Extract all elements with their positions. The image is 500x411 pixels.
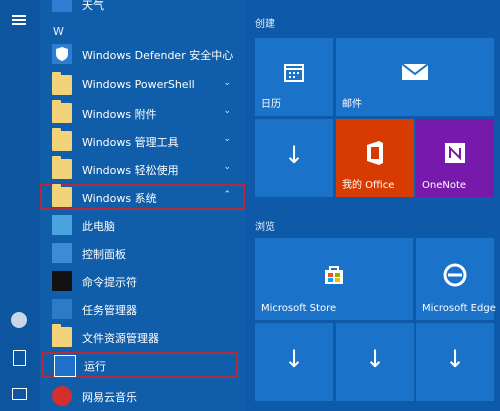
list-item-accessories[interactable]: Windows 附件 ⌄ [40,100,245,126]
shield-icon [52,44,72,64]
section-letter[interactable]: W [53,25,64,38]
chevron-down-icon: ⌄ [223,134,231,144]
office-icon [336,139,414,171]
list-item-admin-tools[interactable]: Windows 管理工具 ⌄ [40,128,245,154]
download-arrow-icon: ↓ [364,345,386,373]
tile-label: Microsoft Edge [422,303,496,314]
folder-icon [52,100,72,123]
group-title-create: 创建 [255,19,275,30]
tile-label: 日历 [261,99,281,110]
download-arrow-icon: ↓ [283,345,305,373]
folder-icon [52,72,72,95]
tile-label: Microsoft Store [261,303,337,314]
list-item-label: 天气 [82,0,104,12]
list-item-explorer[interactable]: 文件资源管理器 [40,324,245,350]
folder-explorer-icon [52,324,72,347]
calendar-tile[interactable]: 日历 [255,38,333,116]
pictures-icon[interactable] [12,388,27,400]
my-office-tile[interactable]: 我的 Office [336,119,414,197]
store-tile[interactable]: Microsoft Store [255,238,413,320]
onenote-icon [416,139,494,171]
list-item-label: Windows 附件 [82,108,157,121]
folder-icon [52,128,72,151]
list-item-label: Windows 系统 [82,192,157,205]
list-item-label: Windows Defender 安全中心 [82,49,234,62]
list-item-label: Windows PowerShell [82,78,195,91]
store-icon [255,262,413,292]
chevron-down-icon: ⌄ [223,106,231,116]
chevron-down-icon: ⌄ [223,78,231,88]
run-icon [54,355,76,377]
list-item-label: 运行 [84,360,106,373]
edge-icon [416,262,494,292]
list-item-label: 任务管理器 [82,304,137,317]
task-manager-icon [52,299,72,319]
chevron-down-icon: ⌄ [223,162,231,172]
music-icon [52,386,72,406]
chevron-up-icon: ⌃ [223,190,231,200]
control-panel-icon [52,243,72,263]
left-rail [0,0,40,411]
list-item-control-panel[interactable]: 控制面板 [40,240,245,266]
list-item-label: Windows 管理工具 [82,136,179,149]
group-title-browse: 浏览 [255,222,275,233]
folder-icon [52,156,72,179]
download-tile-1[interactable]: ↓ [255,119,333,197]
tiles-area: 创建 日历 邮件 ↓ 我的 Office OneNote 浏览 Microsof… [245,0,500,411]
list-item-defender[interactable]: Windows Defender 安全中心 [40,41,245,67]
tile-label: OneNote [422,180,467,191]
weather-icon [52,0,72,12]
download-arrow-icon: ↓ [283,141,305,169]
list-item-label: 命令提示符 [82,276,137,289]
list-item-music[interactable]: 网易云音乐 [40,383,245,409]
list-item-weather[interactable]: 天气 [40,0,245,16]
hamburger-icon[interactable] [12,15,26,25]
cmd-icon [52,271,72,291]
list-item-label: 网易云音乐 [82,391,137,404]
download-arrow-icon: ↓ [444,345,466,373]
download-tile-2[interactable]: ↓ [255,323,333,401]
list-item-task-manager[interactable]: 任务管理器 [40,296,245,322]
app-list: 天气 W Windows Defender 安全中心 Windows Power… [40,0,245,411]
onenote-tile[interactable]: OneNote [416,119,494,197]
list-item-label: Windows 轻松使用 [82,164,179,177]
list-item-label: 文件资源管理器 [82,332,159,345]
document-icon[interactable] [13,350,26,366]
list-item-cmd[interactable]: 命令提示符 [40,268,245,294]
mail-tile[interactable]: 邮件 [336,38,494,116]
edge-tile[interactable]: Microsoft Edge [416,238,496,320]
list-item-powershell[interactable]: Windows PowerShell ⌄ [40,72,245,98]
folder-icon [52,184,72,207]
list-item-windows-system[interactable]: Windows 系统 ⌃ [40,184,245,210]
list-item-ease-of-access[interactable]: Windows 轻松使用 ⌄ [40,156,245,182]
download-tile-3[interactable]: ↓ [336,323,414,401]
computer-icon [52,215,72,235]
list-item-run[interactable]: 运行 [42,352,238,378]
list-item-label: 此电脑 [82,220,115,233]
download-tile-4[interactable]: ↓ [416,323,494,401]
tile-label: 我的 Office [342,180,395,191]
list-item-this-pc[interactable]: 此电脑 [40,212,245,238]
list-item-label: 控制面板 [82,248,126,261]
calendar-icon [255,60,333,88]
mail-icon [336,62,494,86]
tile-label: 邮件 [342,99,362,110]
user-avatar-icon[interactable] [11,312,27,328]
